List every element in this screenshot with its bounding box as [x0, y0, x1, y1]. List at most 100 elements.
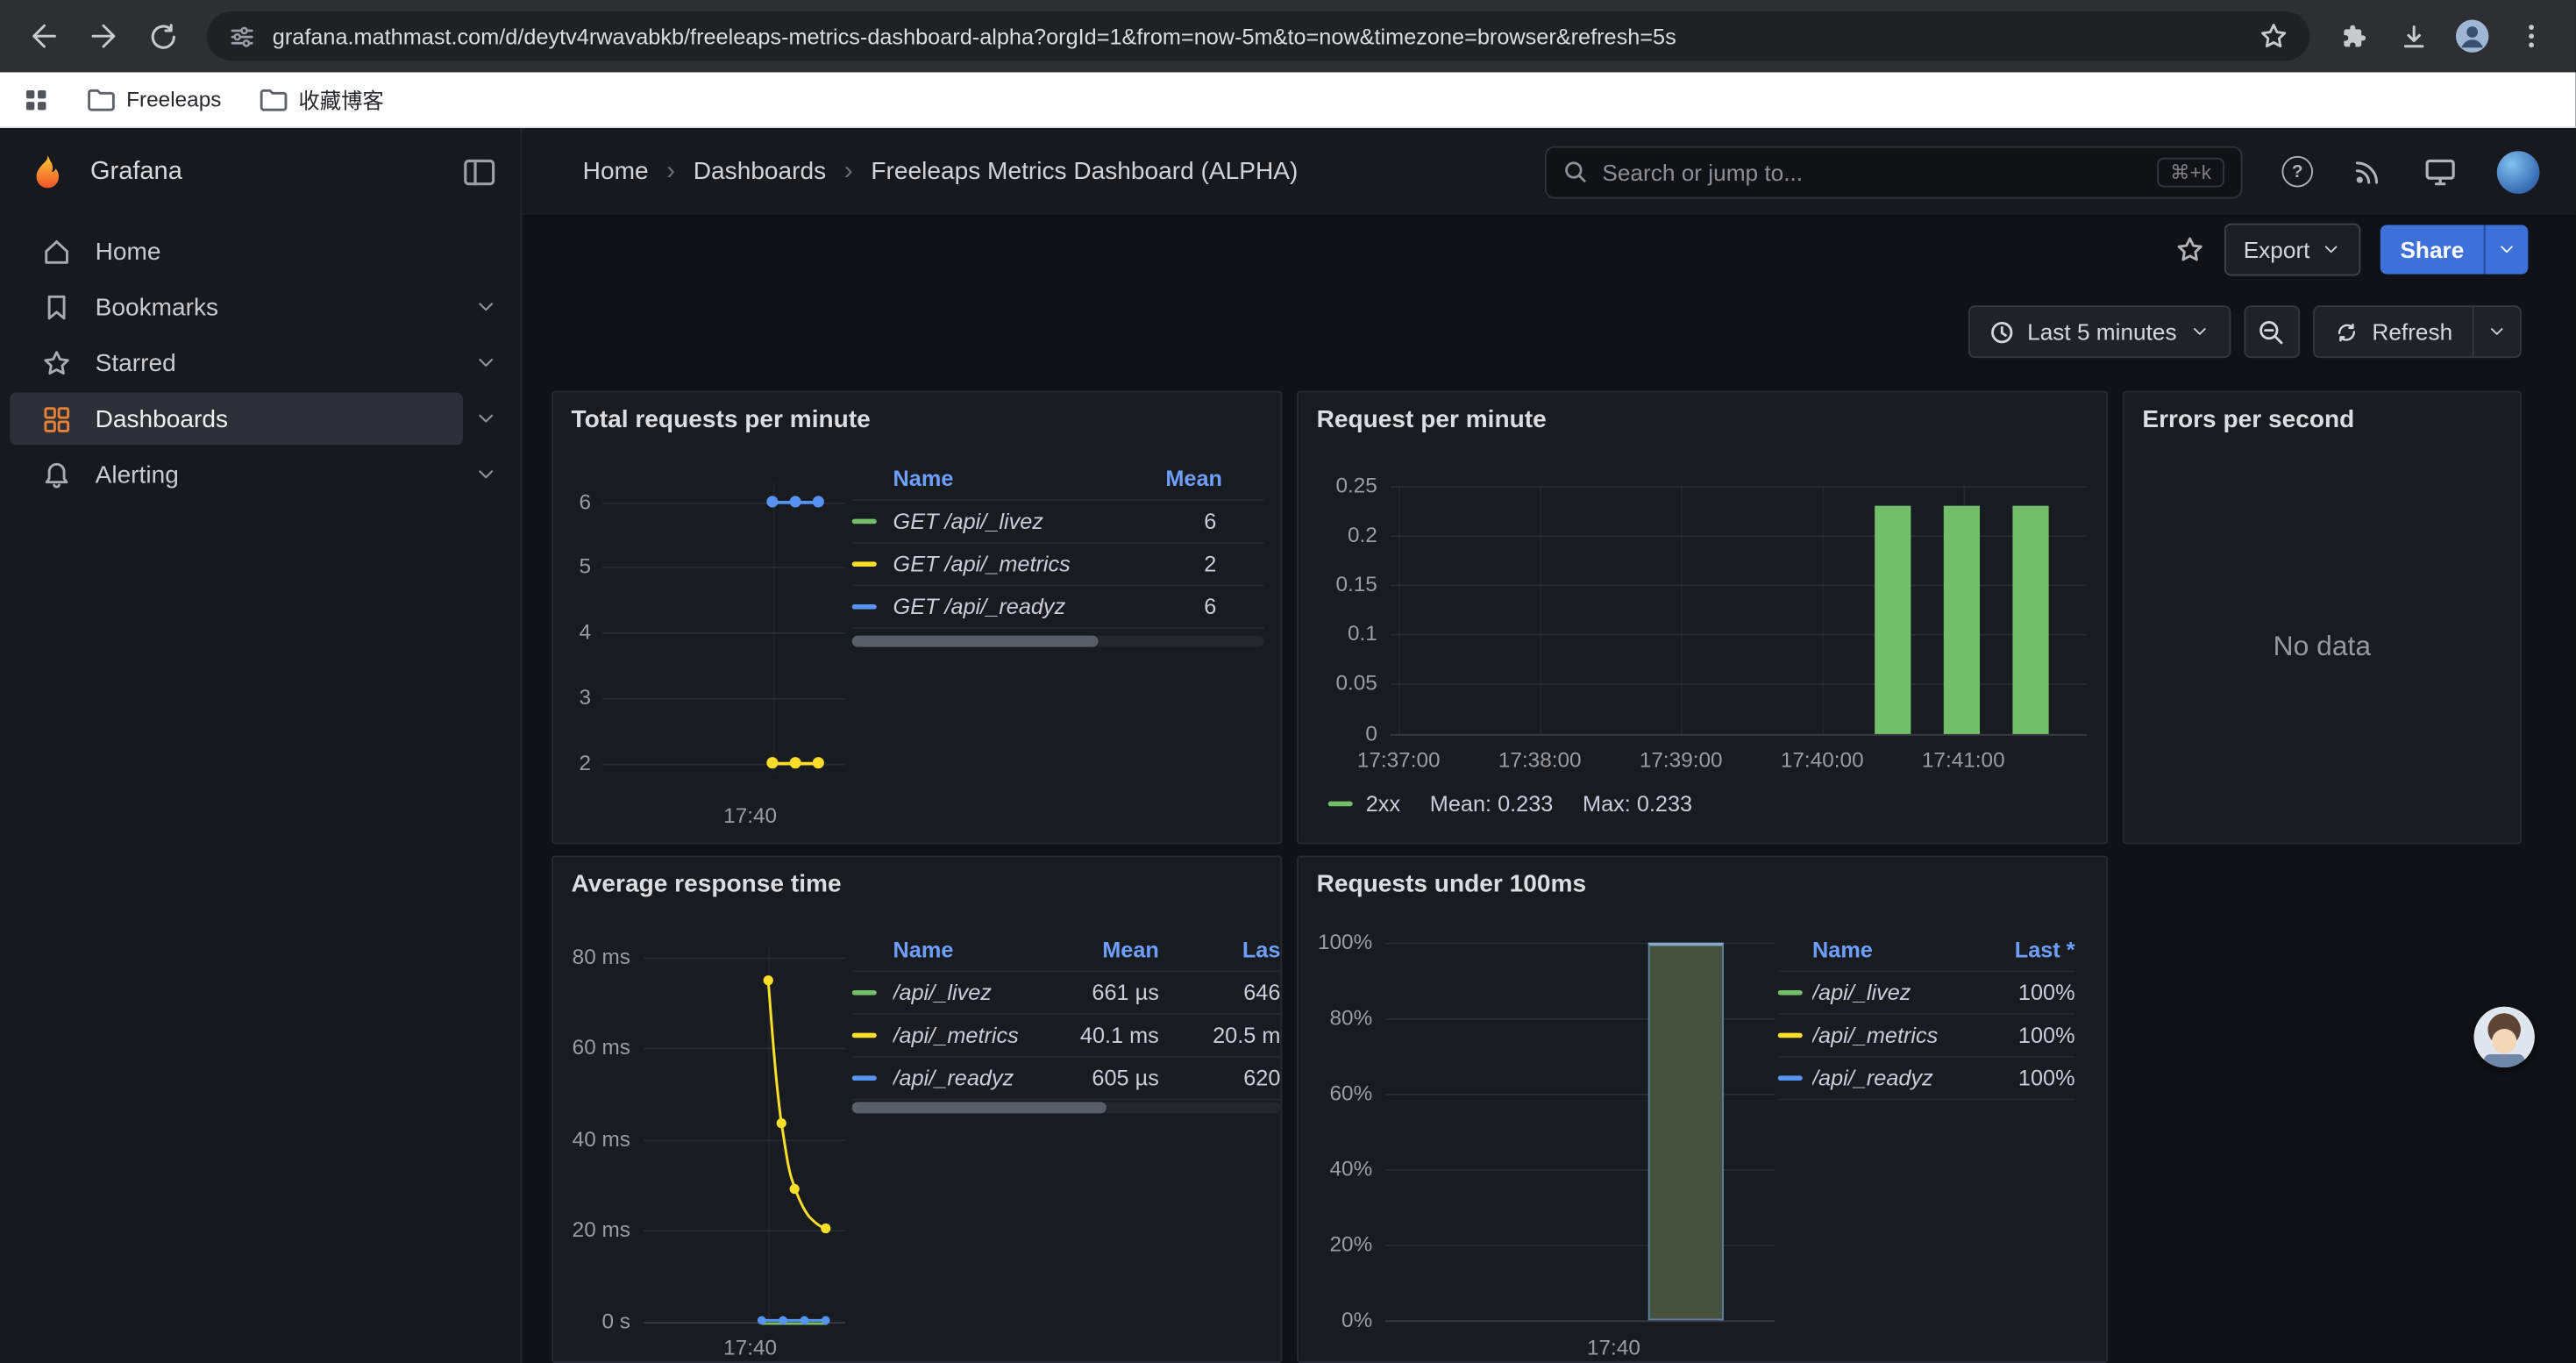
legend-col-mean[interactable]: Mean [1061, 938, 1159, 962]
series-name[interactable]: /api/_metrics [893, 1023, 1061, 1047]
share-button[interactable]: Share [2380, 225, 2528, 275]
legend-row[interactable]: /api/_livez 100% [1778, 972, 2075, 1015]
legend-scrollbar[interactable] [852, 636, 1264, 647]
legend-row[interactable]: /api/_readyz 605 µs 620 [852, 1058, 1281, 1101]
panel-errors-per-second[interactable]: Errors per second No data [2123, 391, 2522, 845]
news-rss-icon[interactable] [2352, 156, 2384, 188]
series-mean: 6 [1165, 595, 1263, 619]
legend-row[interactable]: /api/_livez 661 µs 646 [852, 972, 1281, 1015]
site-settings-icon[interactable] [228, 22, 256, 50]
sidebar-item-label: Alerting [96, 460, 179, 489]
scrollbar-thumb[interactable] [852, 1102, 1107, 1113]
series-name[interactable]: GET /api/_readyz [893, 595, 1166, 619]
chevron-down-icon[interactable] [474, 407, 497, 430]
legend-table: Name Last * /api/_livez 100% /api/_metri… [1778, 930, 2075, 1101]
url-bar[interactable]: grafana.mathmast.com/d/deytv4rwavabkb/fr… [207, 11, 2309, 61]
share-menu-caret[interactable] [2484, 225, 2529, 275]
gridline [773, 482, 775, 773]
url-text[interactable]: grafana.mathmast.com/d/deytv4rwavabkb/fr… [273, 24, 2243, 48]
chevron-down-icon[interactable] [474, 352, 497, 375]
share-label: Share [2380, 225, 2484, 275]
extensions-icon[interactable] [2326, 8, 2382, 64]
bar-2xx [1944, 506, 1980, 734]
back-icon[interactable] [17, 8, 73, 64]
bookmark-item[interactable]: Freeleaps [85, 84, 221, 114]
home-icon [41, 236, 73, 268]
legend-col-mean[interactable]: Mean [1165, 467, 1263, 491]
time-range-picker[interactable]: Last 5 minutes [1968, 305, 2231, 358]
series-name[interactable]: 2xx [1366, 791, 1400, 816]
refresh-button[interactable]: Refresh [2315, 307, 2473, 356]
sidebar-item-starred[interactable]: Starred [0, 335, 521, 391]
profile-avatar[interactable] [2444, 8, 2501, 64]
breadcrumb-dashboards[interactable]: Dashboards [694, 158, 826, 186]
downloads-icon[interactable] [2385, 8, 2441, 64]
gridline [1540, 486, 1541, 734]
sidebar-item-bookmarks[interactable]: Bookmarks [0, 279, 521, 335]
search-input[interactable]: Search or jump to... ⌘+k [1545, 146, 2243, 198]
y-tick: 80% [1299, 1005, 1372, 1031]
favorite-star-icon[interactable] [2174, 235, 2204, 265]
series-color-dash [852, 604, 877, 610]
display-icon[interactable] [2423, 154, 2458, 189]
panel-title[interactable]: Errors per second [2142, 405, 2354, 433]
legend-row[interactable]: GET /api/_livez 6 [852, 501, 1264, 544]
y-tick: 0.15 [1299, 572, 1377, 598]
dashboards-icon [41, 403, 73, 435]
sidebar-item-dashboards[interactable]: Dashboards [0, 391, 521, 447]
legend-col-name[interactable]: Name [852, 467, 1166, 491]
legend-col-last[interactable]: Las [1159, 938, 1281, 962]
panel-title[interactable]: Requests under 100ms [1317, 870, 1586, 898]
legend-col-last[interactable]: Last * [1989, 938, 2074, 962]
legend-row[interactable]: /api/_metrics 40.1 ms 20.5 m [852, 1015, 1281, 1058]
series-name[interactable]: /api/_readyz [1812, 1066, 1989, 1090]
grafana-logo[interactable] [28, 153, 68, 192]
sidebar-item-home[interactable]: Home [0, 224, 521, 280]
reload-icon[interactable] [135, 8, 191, 64]
sidebar-item-alerting[interactable]: Alerting [0, 446, 521, 503]
series-name[interactable]: /api/_readyz [893, 1066, 1061, 1090]
y-tick: 0.05 [1299, 670, 1377, 696]
series-name[interactable]: GET /api/_livez [893, 509, 1166, 533]
series-name[interactable]: /api/_livez [1812, 981, 1989, 1005]
zoom-out-button[interactable] [2244, 305, 2300, 358]
x-tick: 17:39:00 [1624, 747, 1739, 774]
series-name[interactable]: /api/_livez [893, 981, 1061, 1005]
dock-menu-icon[interactable] [461, 154, 497, 190]
forward-icon[interactable] [75, 8, 132, 64]
legend-row[interactable]: /api/_metrics 100% [1778, 1015, 2075, 1058]
browser-menu-icon[interactable] [2503, 8, 2559, 64]
chevron-down-icon[interactable] [474, 463, 497, 486]
panel-average-response-time[interactable]: Average response time 80 ms 60 ms 40 ms … [551, 855, 1282, 1363]
gridline [1391, 634, 2087, 636]
legend-row[interactable]: /api/_readyz 100% [1778, 1058, 2075, 1101]
brand-name: Grafana [90, 158, 182, 188]
legend-col-name[interactable]: Name [852, 938, 1061, 962]
bookmark-item[interactable]: 收藏博客 [258, 83, 384, 115]
panel-request-per-minute[interactable]: Request per minute 0.25 0.2 0.15 0.1 0.0… [1297, 391, 2108, 845]
apps-grid-icon[interactable] [23, 86, 49, 112]
bookmark-star-icon[interactable] [2259, 21, 2288, 51]
chevron-down-icon[interactable] [474, 296, 497, 318]
panel-total-requests[interactable]: Total requests per minute 6 5 4 3 2 [551, 391, 1282, 845]
panel-requests-under-100ms[interactable]: Requests under 100ms 100% 80% 60% 40% 20… [1297, 855, 2108, 1363]
breadcrumb-home[interactable]: Home [583, 158, 649, 186]
legend-row[interactable]: GET /api/_readyz 6 [852, 586, 1264, 629]
legend-col-name[interactable]: Name [1778, 938, 1990, 962]
series-name[interactable]: /api/_metrics [1812, 1023, 1989, 1047]
refresh-sync-icon [2334, 319, 2359, 344]
sidebar-item-label: Starred [96, 349, 176, 377]
user-avatar[interactable] [2497, 150, 2540, 193]
series-mean: 2 [1165, 552, 1263, 576]
export-button[interactable]: Export [2224, 224, 2360, 276]
series-name[interactable]: GET /api/_metrics [893, 552, 1166, 576]
gridline [1681, 486, 1683, 734]
refresh-interval-caret[interactable] [2473, 307, 2520, 356]
panel-title[interactable]: Total requests per minute [572, 405, 871, 433]
panel-title[interactable]: Request per minute [1317, 405, 1547, 433]
assistant-avatar[interactable] [2474, 1007, 2535, 1067]
legend-row[interactable]: GET /api/_metrics 2 [852, 544, 1264, 587]
help-icon[interactable] [2281, 156, 2313, 188]
legend-scrollbar[interactable] [852, 1102, 1281, 1113]
scrollbar-thumb[interactable] [852, 636, 1099, 647]
